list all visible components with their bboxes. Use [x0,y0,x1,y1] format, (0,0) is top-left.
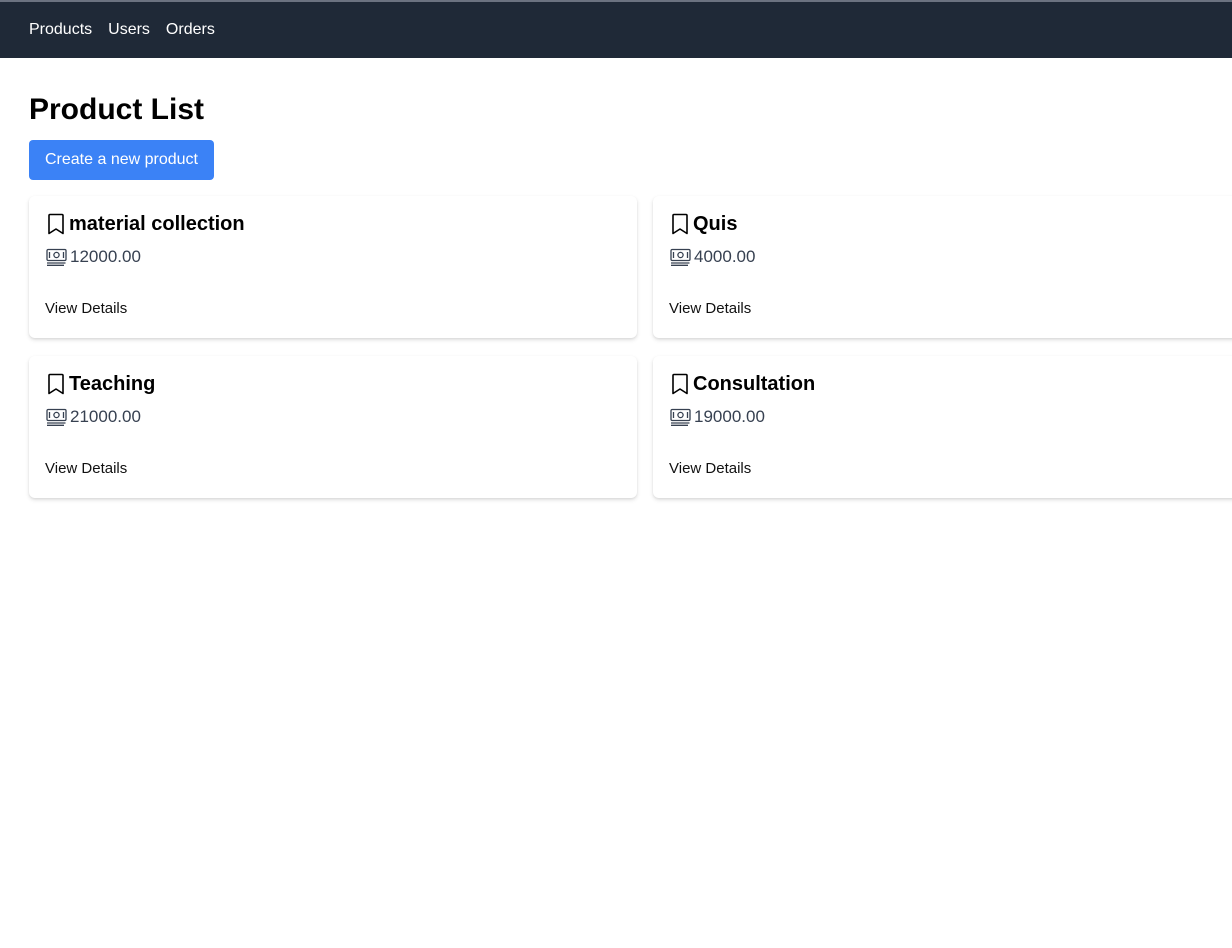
bookmark-icon [669,212,691,236]
product-name: Consultation [693,372,816,395]
product-name: Quis [693,212,738,235]
product-title-row: Teaching [45,370,621,398]
view-details-link[interactable]: View Details [45,300,127,317]
product-price-row: 4000.00 [669,246,1232,268]
product-title-row: Quis [669,210,1232,238]
product-card: Consultation 19000.00 View Details [653,356,1232,498]
product-title-row: Consultation [669,370,1232,398]
top-navbar: Products Users Orders [0,2,1232,58]
product-price: 19000.00 [694,407,765,426]
nav-link-orders[interactable]: Orders [166,21,215,39]
banknotes-icon [45,407,69,427]
product-price: 4000.00 [694,247,756,266]
view-details-link[interactable]: View Details [45,460,127,477]
banknotes-icon [669,247,693,267]
bookmark-icon [45,212,67,236]
nav-link-products[interactable]: Products [29,21,92,39]
product-card: material collection 12000.00 View Detail… [29,196,637,338]
product-grid: material collection 12000.00 View Detail… [29,196,1232,498]
bookmark-icon [669,372,691,396]
product-card: Teaching 21000.00 View Details [29,356,637,498]
product-name: Teaching [69,372,156,395]
bookmark-icon [45,372,67,396]
page-title: Product List [29,93,205,126]
main-content: Product List Create a new product materi… [0,58,1232,498]
product-price-row: 12000.00 [45,246,621,268]
product-price-row: 21000.00 [45,406,621,428]
product-name: material collection [69,212,245,235]
nav-link-users[interactable]: Users [108,21,150,39]
view-details-link[interactable]: View Details [669,460,751,477]
banknotes-icon [669,407,693,427]
product-price: 12000.00 [70,247,141,266]
product-card: Quis 4000.00 View Details [653,196,1232,338]
product-title-row: material collection [45,210,621,238]
view-details-link[interactable]: View Details [669,300,751,317]
product-price: 21000.00 [70,407,141,426]
create-product-button[interactable]: Create a new product [29,140,214,180]
product-price-row: 19000.00 [669,406,1232,428]
banknotes-icon [45,247,69,267]
